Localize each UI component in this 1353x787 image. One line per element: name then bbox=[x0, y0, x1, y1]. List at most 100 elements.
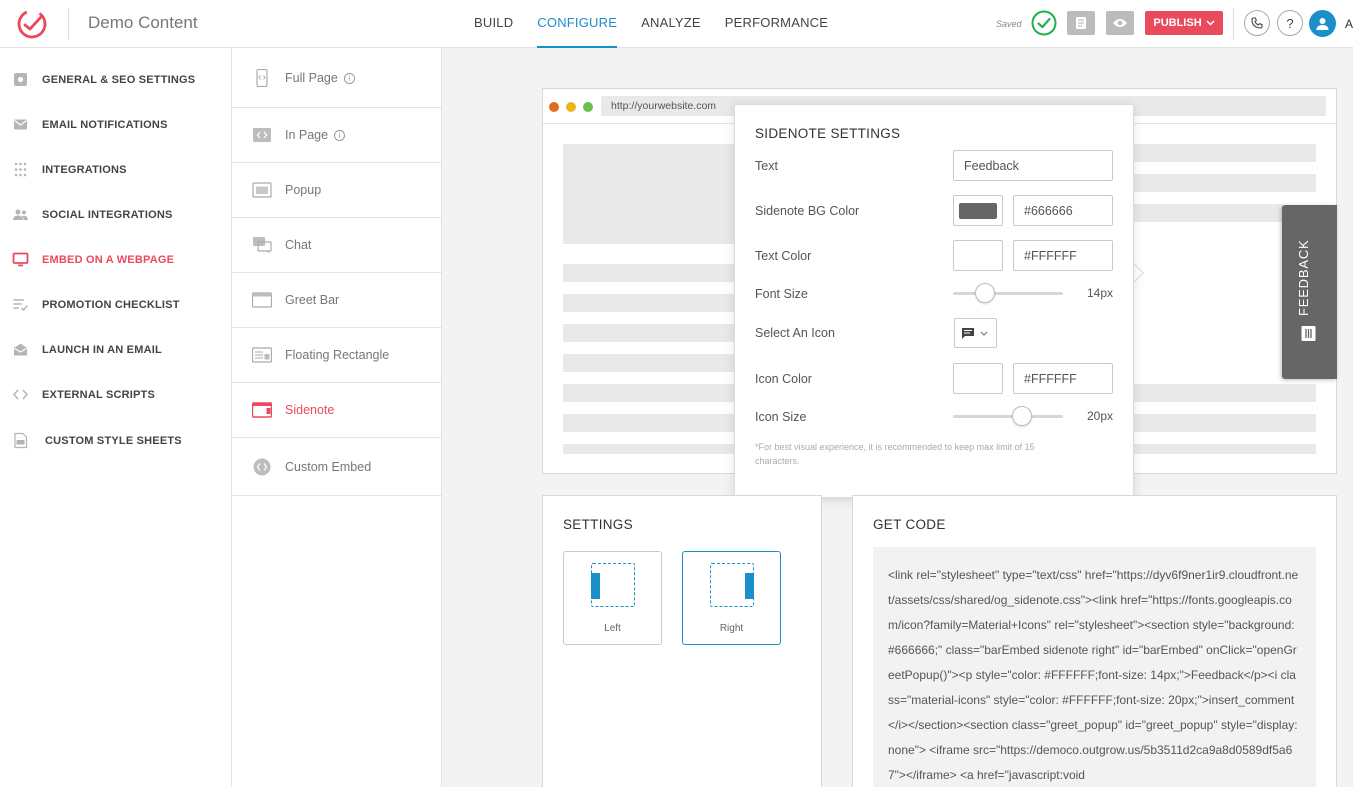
text-color-label: Text Color bbox=[755, 249, 812, 263]
placeholder-line bbox=[1133, 204, 1283, 222]
phone-button[interactable] bbox=[1244, 10, 1270, 36]
info-icon[interactable]: i bbox=[343, 72, 355, 84]
get-code-title: GET CODE bbox=[873, 517, 946, 532]
check-circle-icon bbox=[1031, 10, 1057, 36]
embed-type-floating-rectangle[interactable]: Floating Rectangle bbox=[232, 328, 441, 383]
sidebar-item-label: SOCIAL INTEGRATIONS bbox=[42, 208, 173, 221]
sidebar-item-label: EMBED ON A WEBPAGE bbox=[42, 253, 175, 266]
icon-label: Select An Icon bbox=[755, 326, 835, 340]
sidebar-item-promotion-checklist[interactable]: PROMOTION CHECKLIST bbox=[0, 282, 231, 327]
bg-color-input[interactable] bbox=[1013, 195, 1113, 226]
placeholder-line bbox=[563, 354, 743, 372]
avatar[interactable] bbox=[1309, 10, 1336, 37]
icon-color-input[interactable] bbox=[1013, 363, 1113, 394]
pages-button[interactable] bbox=[1067, 11, 1095, 35]
embed-type-greet-bar[interactable]: Greet Bar bbox=[232, 273, 441, 328]
publish-button[interactable]: PUBLISH bbox=[1145, 11, 1223, 35]
icon-size-slider-track[interactable] bbox=[953, 415, 1063, 418]
chevron-down-icon bbox=[980, 331, 988, 336]
embed-type-label: Popup bbox=[285, 183, 322, 197]
text-color-swatch[interactable] bbox=[953, 240, 1003, 271]
sidebar-item-label: CUSTOM STYLE SHEETS bbox=[45, 434, 182, 447]
sidebar-item-external-scripts[interactable]: EXTERNAL SCRIPTS bbox=[0, 372, 231, 417]
sidebar-item-label: LAUNCH IN AN EMAIL bbox=[42, 343, 162, 356]
embed-type-label: In Page i bbox=[285, 128, 346, 142]
embed-type-label: Custom Embed bbox=[285, 459, 372, 474]
embed-code-box[interactable]: <link rel="stylesheet" type="text/css" h… bbox=[873, 547, 1316, 787]
icon-select-dropdown[interactable] bbox=[954, 318, 997, 348]
bg-color-swatch[interactable] bbox=[953, 195, 1003, 226]
sidenote-tab-text: FEEDBACK bbox=[1296, 239, 1311, 316]
font-size-value: 14px bbox=[1086, 286, 1113, 300]
embed-type-in-page[interactable]: In Page i bbox=[232, 108, 441, 163]
publish-label: PUBLISH bbox=[1153, 17, 1202, 29]
embed-type-popup[interactable]: Popup bbox=[232, 163, 441, 218]
sidebar-item-email-notifications[interactable]: EMAIL NOTIFICATIONS bbox=[0, 102, 231, 147]
icon-size-slider-thumb[interactable] bbox=[1012, 406, 1033, 426]
people-icon bbox=[13, 209, 28, 220]
sidebar-item-embed-webpage[interactable]: EMBED ON A WEBPAGE bbox=[0, 237, 231, 282]
nav-analyze[interactable]: ANALYZE bbox=[641, 0, 701, 48]
icon-size-label: Icon Size bbox=[755, 410, 807, 424]
icon-size-value: 20px bbox=[1086, 409, 1113, 423]
font-size-label: Font Size bbox=[755, 287, 808, 301]
checklist-icon bbox=[13, 299, 29, 312]
top-bar: Demo Content BUILD CONFIGURE ANALYZE PER… bbox=[0, 0, 1353, 48]
bg-color-preview bbox=[959, 203, 997, 219]
font-size-slider-thumb[interactable] bbox=[974, 283, 995, 303]
character-limit-note: *For best visual experience, it is recom… bbox=[755, 442, 1035, 466]
embed-type-chat[interactable]: Chat bbox=[232, 218, 441, 273]
sidebar-item-label: PROMOTION CHECKLIST bbox=[42, 298, 180, 311]
greet-bar-icon bbox=[252, 292, 272, 308]
mobile-page-icon bbox=[256, 68, 268, 87]
envelope-icon bbox=[14, 119, 27, 130]
get-code-panel: GET CODE <link rel="stylesheet" type="te… bbox=[852, 495, 1337, 787]
bg-color-label: Sidenote BG Color bbox=[755, 204, 860, 218]
text-label: Text bbox=[755, 159, 778, 173]
nav-build[interactable]: BUILD bbox=[474, 0, 513, 48]
embed-type-full-page[interactable]: Full Page i bbox=[232, 48, 441, 108]
sidenote-settings-popup: SIDENOTE SETTINGS Text Sidenote BG Color… bbox=[734, 104, 1134, 498]
code-brackets-icon bbox=[12, 389, 29, 400]
sidebar-item-integrations[interactable]: INTEGRATIONS bbox=[0, 147, 231, 192]
sidebar-item-social-integrations[interactable]: SOCIAL INTEGRATIONS bbox=[0, 192, 231, 237]
window-dot-green bbox=[583, 102, 593, 112]
monitor-icon bbox=[12, 252, 29, 267]
custom-embed-icon bbox=[253, 458, 271, 475]
placeholder-line bbox=[563, 264, 743, 282]
text-color-input[interactable] bbox=[1013, 240, 1113, 271]
font-size-slider-track[interactable] bbox=[953, 292, 1063, 295]
outgrow-logo[interactable] bbox=[16, 8, 48, 40]
placeholder-line bbox=[1133, 444, 1316, 454]
nav-performance[interactable]: PERFORMANCE bbox=[725, 0, 828, 48]
embed-type-sidenote[interactable]: Sidenote bbox=[232, 383, 441, 438]
icon-color-swatch[interactable] bbox=[953, 363, 1003, 394]
sidebar-item-custom-style-sheets[interactable]: CUSTOM STYLE SHEETS bbox=[0, 418, 231, 463]
code-window-icon bbox=[253, 128, 271, 142]
sidebar-item-label: EXTERNAL SCRIPTS bbox=[42, 388, 156, 401]
embed-type-custom-embed[interactable]: Custom Embed bbox=[232, 438, 441, 496]
embed-type-label: Greet Bar bbox=[285, 293, 340, 307]
nav-configure[interactable]: CONFIGURE bbox=[537, 0, 618, 48]
sidenote-text-input[interactable] bbox=[953, 150, 1113, 181]
info-icon[interactable]: i bbox=[334, 130, 346, 141]
placeholder-line bbox=[563, 294, 743, 312]
phone-icon bbox=[1251, 17, 1263, 29]
chat-bubbles-icon bbox=[253, 237, 272, 254]
eye-icon bbox=[1113, 19, 1127, 27]
preview-button[interactable] bbox=[1106, 11, 1134, 35]
css-file-icon bbox=[14, 432, 28, 449]
placeholder-line bbox=[1133, 174, 1316, 192]
comment-icon bbox=[1301, 326, 1316, 341]
placeholder-line bbox=[563, 444, 743, 454]
position-right-option[interactable]: Right bbox=[682, 551, 781, 645]
window-dot-red bbox=[549, 102, 559, 112]
position-left-option[interactable]: Left bbox=[563, 551, 662, 645]
help-button[interactable]: ? bbox=[1277, 10, 1303, 36]
sidebar-item-general-seo[interactable]: GENERAL & SEO SETTINGS bbox=[0, 57, 231, 102]
settings-panel: SETTINGS Left Right bbox=[542, 495, 822, 787]
chevron-down-icon bbox=[1206, 20, 1215, 26]
sidebar-item-label: INTEGRATIONS bbox=[42, 163, 127, 176]
sidebar-item-launch-email[interactable]: LAUNCH IN AN EMAIL bbox=[0, 327, 231, 372]
user-initial[interactable]: A bbox=[1345, 17, 1353, 31]
